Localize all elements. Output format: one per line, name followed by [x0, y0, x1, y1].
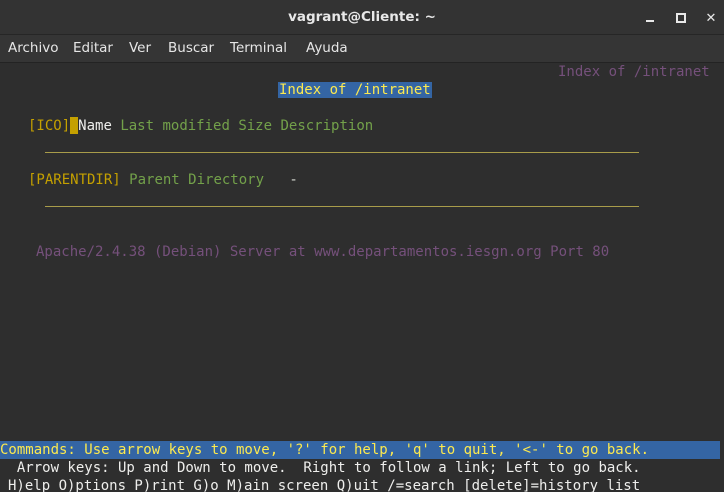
columns-line: [ICO] Name Last modified Size Description [28, 117, 373, 135]
ico-column-tag: [ICO] [28, 118, 71, 134]
terminal-window: vagrant@Cliente: ~ ✕ Archivo Editar Ver … [0, 0, 724, 492]
commands-bar-text: Commands: Use arrow keys to move, '?' fo… [0, 442, 650, 458]
menu-bar: Archivo Editar Ver Buscar Terminal Ayuda [0, 35, 724, 63]
menu-archivo[interactable]: Archivo [8, 35, 58, 62]
minimize-icon [646, 19, 654, 22]
maximize-button[interactable] [666, 0, 696, 34]
parent-directory-size: - [289, 172, 298, 188]
minimize-button[interactable] [635, 0, 665, 34]
window-title: vagrant@Cliente: ~ [288, 9, 436, 25]
help-line-1: Arrow keys: Up and Down to move. Right t… [0, 460, 641, 476]
menu-editar[interactable]: Editar [73, 35, 113, 62]
menu-terminal[interactable]: Terminal [230, 35, 287, 62]
close-button[interactable]: ✕ [696, 0, 724, 34]
server-signature: Apache/2.4.38 (Debian) Server at www.dep… [36, 244, 610, 260]
commands-bar: Commands: Use arrow keys to move, '?' fo… [0, 441, 720, 459]
bottom-divider [45, 206, 639, 207]
maximize-icon [676, 12, 686, 23]
parent-directory-line: [PARENTDIR] Parent Directory - [28, 171, 298, 189]
close-icon: ✕ [705, 11, 717, 26]
text-cursor [70, 117, 79, 134]
other-columns-links[interactable]: Last modified Size Description [120, 118, 373, 134]
top-divider [45, 152, 639, 153]
title-bar[interactable]: vagrant@Cliente: ~ ✕ [0, 0, 724, 35]
terminal-area[interactable]: Index of /intranet Index of /intranet [I… [0, 63, 724, 492]
menu-ver[interactable]: Ver [129, 35, 151, 62]
help-line-2: H)elp O)ptions P)rint G)o M)ain screen Q… [8, 478, 641, 492]
parent-directory-link[interactable]: Parent Directory [129, 172, 264, 188]
page-title-corner: Index of /intranet [558, 64, 710, 80]
page-heading: Index of /intranet [278, 81, 432, 99]
parentdir-tag: [PARENTDIR] [28, 172, 121, 188]
menu-ayuda[interactable]: Ayuda [306, 35, 348, 62]
name-column-link[interactable]: Name [78, 118, 112, 134]
menu-buscar[interactable]: Buscar [168, 35, 214, 62]
page-heading-text: Index of /intranet [278, 82, 432, 98]
